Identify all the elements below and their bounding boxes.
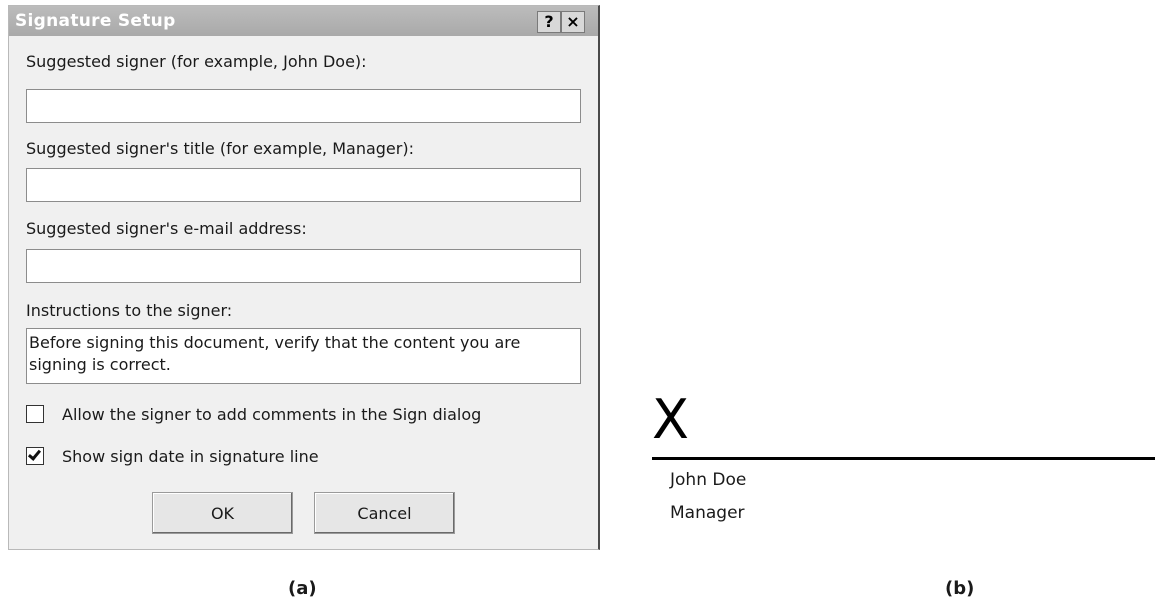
caption-a: (a): [288, 578, 317, 599]
close-button[interactable]: ×: [561, 11, 585, 33]
signer-email-input[interactable]: [26, 249, 581, 283]
dialog-titlebar: Signature Setup ? ×: [9, 6, 598, 36]
cancel-button[interactable]: Cancel: [314, 492, 455, 534]
show-date-option[interactable]: Show sign date in signature line: [26, 444, 319, 468]
signer-input[interactable]: [26, 89, 581, 123]
ok-button[interactable]: OK: [152, 492, 293, 534]
signature-line: [652, 457, 1155, 460]
instructions-label: Instructions to the signer:: [26, 301, 233, 320]
instructions-textarea[interactable]: Before signing this document, verify tha…: [26, 328, 581, 384]
checkmark-icon: [27, 447, 42, 461]
signer-name: John Doe: [670, 470, 747, 490]
show-date-label: Show sign date in signature line: [62, 446, 319, 466]
allow-comments-checkbox[interactable]: [26, 405, 44, 423]
help-button[interactable]: ?: [537, 11, 561, 33]
signature-setup-dialog: Signature Setup ? × Suggested signer (fo…: [8, 5, 600, 550]
signer-title-label: Suggested signer's title (for example, M…: [26, 139, 414, 158]
signer-title: Manager: [670, 503, 745, 523]
caption-b: (b): [945, 578, 975, 599]
signature-line-preview: X John Doe Manager: [652, 390, 1155, 540]
show-date-checkbox[interactable]: [26, 447, 44, 465]
dialog-title: Signature Setup: [15, 11, 176, 31]
signer-label: Suggested signer (for example, John Doe)…: [26, 52, 367, 71]
allow-comments-label: Allow the signer to add comments in the …: [62, 404, 482, 424]
allow-comments-option[interactable]: Allow the signer to add comments in the …: [26, 402, 481, 426]
signer-email-label: Suggested signer's e-mail address:: [26, 219, 307, 238]
signature-x-mark: X: [652, 388, 689, 451]
signer-title-input[interactable]: [26, 168, 581, 202]
